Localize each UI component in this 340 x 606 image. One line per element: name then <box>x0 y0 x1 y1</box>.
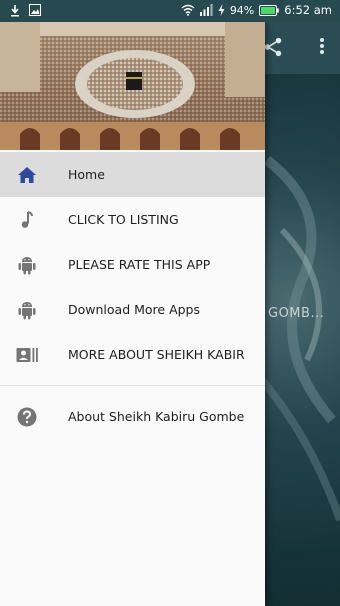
android-icon <box>16 299 38 321</box>
menu-item-label: Download More Apps <box>68 302 201 317</box>
menu-item-home[interactable]: Home <box>0 152 265 197</box>
menu-item-label: CLICK TO LISTING <box>68 212 179 227</box>
music-note-icon <box>16 209 38 231</box>
status-bar: 94% 6:52 am <box>0 0 340 22</box>
download-icon <box>11 5 19 17</box>
signal-icon <box>199 4 213 16</box>
share-icon[interactable] <box>262 36 284 58</box>
drawer-header-image <box>0 22 265 150</box>
menu-item-label: PLEASE RATE THIS APP <box>68 257 211 272</box>
image-icon <box>29 4 41 16</box>
menu-item-about-sheikh[interactable]: About Sheikh Kabiru Gombe <box>0 394 265 439</box>
menu-item-label: About Sheikh Kabiru Gombe <box>68 409 245 424</box>
home-icon <box>16 164 38 186</box>
background-art <box>262 156 340 522</box>
menu-item-more-about-sheikh[interactable]: MORE ABOUT SHEIKH KABIR <box>0 332 265 377</box>
menu-item-download-more-apps[interactable]: Download More Apps <box>0 287 265 332</box>
wifi-icon <box>181 4 195 16</box>
menu-item-label: Home <box>68 167 105 182</box>
battery-icon <box>259 4 280 16</box>
mosque-crowd-image <box>0 22 265 150</box>
navigation-drawer: Home CLICK TO LISTING PLEASE RATE THIS A… <box>0 22 265 606</box>
help-icon <box>16 406 38 428</box>
clock: 6:52 am <box>284 3 332 17</box>
background-title-text: GOMB... <box>268 306 325 321</box>
charging-icon <box>218 4 225 16</box>
battery-percent: 94% <box>229 3 255 17</box>
menu-item-rate-app[interactable]: PLEASE RATE THIS APP <box>0 242 265 287</box>
contact-card-icon <box>16 344 38 366</box>
android-icon <box>16 254 38 276</box>
overflow-menu-icon[interactable] <box>318 36 326 58</box>
drawer-menu: Home CLICK TO LISTING PLEASE RATE THIS A… <box>0 150 265 439</box>
menu-item-label: MORE ABOUT SHEIKH KABIR <box>68 347 245 362</box>
drawer-divider <box>0 385 265 386</box>
menu-item-click-to-listing[interactable]: CLICK TO LISTING <box>0 197 265 242</box>
